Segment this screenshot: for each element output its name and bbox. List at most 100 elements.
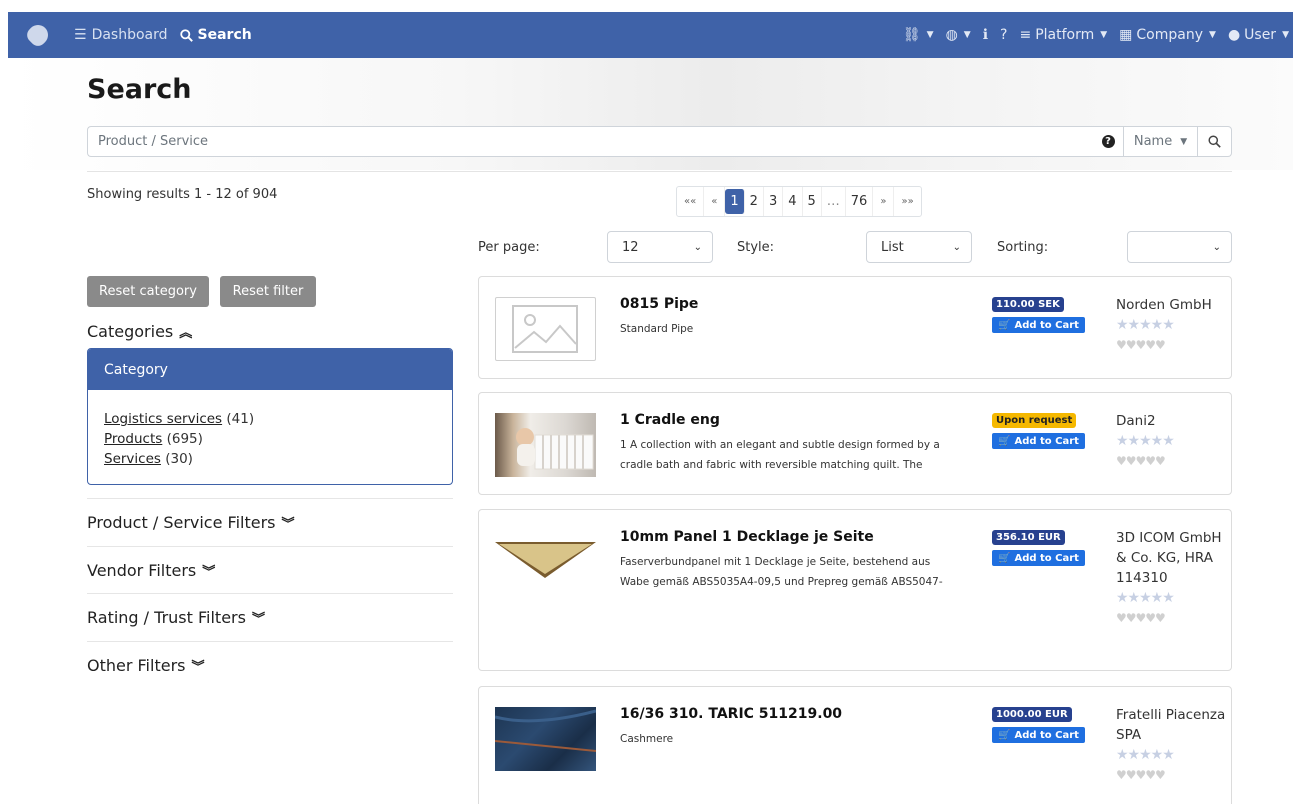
- vendor-info: Dani2 ★★★★★ ♥♥♥♥♥: [1116, 411, 1226, 471]
- page-link[interactable]: 3: [764, 187, 784, 216]
- platform-menu[interactable]: ≡ Platform ▼: [1019, 27, 1107, 43]
- divider: [87, 593, 453, 594]
- caret-down-icon: ▼: [926, 30, 934, 40]
- user-menu[interactable]: ● User ▼: [1228, 27, 1289, 43]
- page-link[interactable]: 5: [803, 187, 822, 216]
- page-last[interactable]: »»: [894, 187, 920, 216]
- app-logo[interactable]: [23, 20, 53, 50]
- divider: [87, 641, 453, 642]
- product-image[interactable]: [495, 530, 596, 594]
- other-filters-toggle[interactable]: Other Filters ︾: [87, 656, 205, 675]
- page-next[interactable]: »: [873, 187, 895, 216]
- product-title[interactable]: 1 Cradle eng: [620, 412, 720, 428]
- product-title[interactable]: 0815 Pipe: [620, 296, 698, 312]
- product-card[interactable]: 16/36 310. TARIC 511219.00 Cashmere 1000…: [478, 686, 1232, 804]
- vendor-name[interactable]: 3D ICOM GmbH & Co. KG, HRA 114310: [1116, 528, 1226, 588]
- caret-down-icon: ▼: [963, 30, 971, 40]
- search-input[interactable]: Product / Service: [87, 126, 1093, 157]
- help-button[interactable]: ?: [1000, 27, 1007, 43]
- network-menu[interactable]: ⛓ ▼: [903, 27, 934, 43]
- page-prev[interactable]: «: [704, 187, 726, 216]
- product-description: Standard Pipe: [620, 323, 694, 335]
- price-badge: 110.00 SEK: [992, 297, 1064, 312]
- vendor-info: Fratelli Piacenza SPA ★★★★★ ♥♥♥♥♥: [1116, 705, 1226, 785]
- page-link[interactable]: 4: [783, 187, 803, 216]
- nav-search[interactable]: Search: [179, 27, 252, 43]
- double-chevron-down-icon: ︾: [251, 612, 265, 627]
- product-description: 1 A collection with an elegant and subtl…: [620, 439, 940, 471]
- category-panel-title: Category: [88, 349, 452, 390]
- category-panel: Category Logistics services (41) Product…: [87, 348, 453, 485]
- product-card[interactable]: 1 Cradle eng 1 A collection with an eleg…: [478, 392, 1232, 495]
- double-chevron-down-icon: ︾: [281, 517, 295, 532]
- price-badge: 356.10 EUR: [992, 530, 1065, 545]
- add-to-cart-button[interactable]: 🛒 Add to Cart: [992, 727, 1085, 743]
- product-title[interactable]: 16/36 310. TARIC 511219.00: [620, 706, 842, 722]
- nav-dashboard[interactable]: ☰ Dashboard: [74, 27, 168, 43]
- per-page-value: 12: [622, 239, 639, 255]
- chevron-down-icon: ⌄: [1212, 241, 1221, 253]
- page-link[interactable]: 76: [846, 187, 874, 216]
- category-link[interactable]: Services: [104, 451, 161, 467]
- caret-down-icon: ▼: [1180, 136, 1188, 147]
- product-title[interactable]: 10mm Panel 1 Decklage je Seite: [620, 529, 874, 545]
- question-icon: ?: [1000, 27, 1008, 43]
- star-rating-icon: ★★★★★: [1116, 590, 1175, 606]
- sitemap-icon: ⛓: [902, 27, 921, 43]
- per-page-select[interactable]: 12 ⌄: [607, 231, 713, 263]
- search-help[interactable]: ?: [1093, 126, 1123, 157]
- rating-trust-filters-toggle[interactable]: Rating / Trust Filters ︾: [87, 608, 265, 627]
- chevron-down-icon: ⌄: [693, 241, 702, 253]
- vendor-info: 3D ICOM GmbH & Co. KG, HRA 114310 ★★★★★ …: [1116, 528, 1226, 628]
- company-menu[interactable]: ▦ Company ▼: [1119, 27, 1216, 43]
- category-count: (30): [165, 451, 193, 467]
- per-page-label: Per page:: [478, 240, 540, 255]
- category-link[interactable]: Logistics services: [104, 411, 222, 427]
- style-select[interactable]: List ⌄: [866, 231, 972, 263]
- cradle-photo-graphic: [516, 428, 594, 470]
- product-image[interactable]: [495, 413, 596, 477]
- reset-category-button[interactable]: Reset category: [87, 276, 209, 307]
- chevron-down-icon: ⌄: [952, 241, 961, 253]
- double-chevron-down-icon: ︾: [191, 660, 205, 675]
- database-icon: ≡: [1019, 27, 1032, 43]
- top-navbar: ☰ Dashboard Search ⛓ ▼ ◍ ▼ ℹ ? ≡ Platform …: [8, 12, 1293, 58]
- vendor-info: Norden GmbH ★★★★★ ♥♥♥♥♥: [1116, 295, 1226, 355]
- page-link[interactable]: 1: [725, 189, 745, 214]
- info-button[interactable]: ℹ: [983, 27, 988, 43]
- add-to-cart-button[interactable]: 🛒 Add to Cart: [992, 550, 1085, 566]
- vendor-name[interactable]: Dani2: [1116, 411, 1226, 431]
- list-item: Services (30): [104, 449, 436, 469]
- reset-filter-button[interactable]: Reset filter: [220, 276, 316, 307]
- divider: [87, 171, 1232, 172]
- page-first[interactable]: ««: [677, 187, 705, 216]
- product-card[interactable]: 0815 Pipe Standard Pipe 110.00 SEK 🛒 Add …: [478, 276, 1232, 379]
- cart-icon: 🛒: [998, 319, 1011, 331]
- user-icon: ●: [1227, 27, 1241, 43]
- language-menu[interactable]: ◍ ▼: [946, 27, 971, 43]
- caret-down-icon: ▼: [1209, 30, 1216, 40]
- cart-icon: 🛒: [998, 435, 1011, 447]
- categories-heading: Categories: [87, 322, 174, 341]
- product-service-filters-toggle[interactable]: Product / Service Filters ︾: [87, 513, 295, 532]
- search-mode-select[interactable]: Name ▼: [1123, 126, 1198, 157]
- vendor-name[interactable]: Norden GmbH: [1116, 295, 1226, 315]
- categories-toggle[interactable]: Categories ︽: [87, 322, 192, 341]
- platform-label: Platform: [1035, 27, 1095, 43]
- sorting-select[interactable]: ⌄: [1127, 231, 1232, 263]
- pagination: «« « 1 2 3 4 5 … 76 » »»: [676, 186, 922, 217]
- search-button[interactable]: [1198, 126, 1232, 157]
- divider: [87, 546, 453, 547]
- add-to-cart-button[interactable]: 🛒 Add to Cart: [992, 433, 1085, 449]
- cart-icon: 🛒: [998, 552, 1011, 564]
- add-to-cart-button[interactable]: 🛒 Add to Cart: [992, 317, 1085, 333]
- price-badge: 1000.00 EUR: [992, 707, 1072, 722]
- product-card[interactable]: 10mm Panel 1 Decklage je Seite Faserverb…: [478, 509, 1232, 671]
- vendor-name[interactable]: Fratelli Piacenza SPA: [1116, 705, 1226, 745]
- vendor-filters-toggle[interactable]: Vendor Filters ︾: [87, 561, 215, 580]
- product-image[interactable]: [494, 707, 597, 771]
- category-count: (41): [226, 411, 255, 427]
- category-link[interactable]: Products: [104, 431, 162, 447]
- image-placeholder-icon[interactable]: [495, 297, 596, 361]
- page-link[interactable]: 2: [745, 187, 764, 216]
